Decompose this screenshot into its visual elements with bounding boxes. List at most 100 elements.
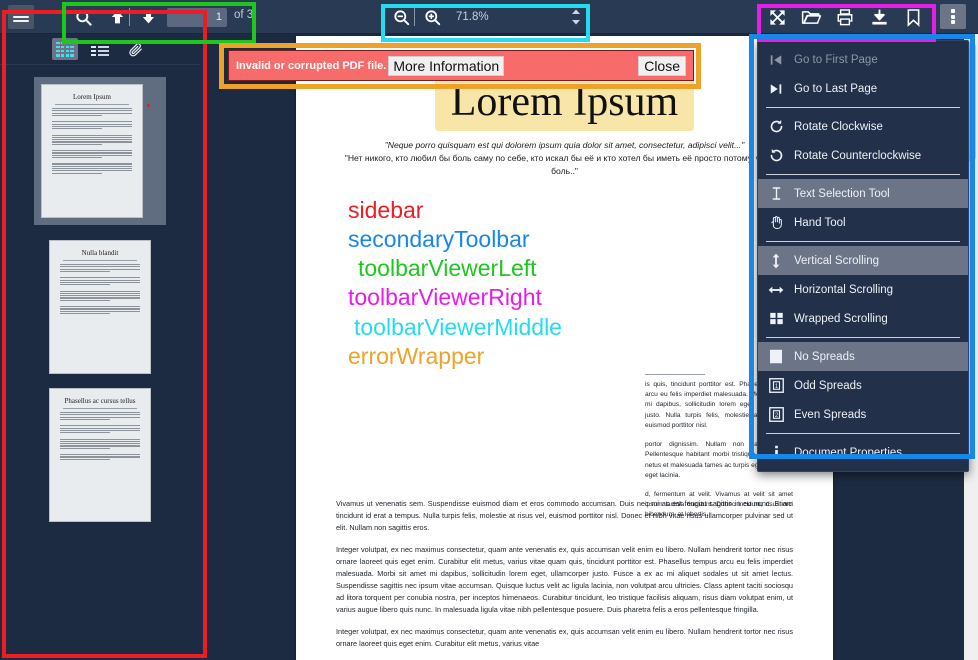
vertical-scroll-icon xyxy=(768,253,784,269)
odd-spreads-icon: 1 xyxy=(768,378,784,394)
sidebar-toggle-button[interactable] xyxy=(8,5,34,29)
thumbnail-title: Lorem Ipsum xyxy=(73,93,111,101)
menu-wrapped-scrolling[interactable]: Wrapped Scrolling xyxy=(758,304,968,333)
secondary-toolbar-toggle[interactable] xyxy=(940,4,966,29)
menu-item-label: Go to Last Page xyxy=(794,82,878,95)
error-close-button[interactable]: Close xyxy=(638,55,686,76)
wrapped-scroll-icon xyxy=(768,311,784,327)
arrow-down-icon xyxy=(142,10,154,24)
menu-go-to-first-page[interactable]: Go to First Page xyxy=(758,45,968,74)
pdf-viewer-app: Lorem Ipsum Nulla blandit Phasellus ac c… xyxy=(0,0,978,660)
menu-divider xyxy=(766,433,960,434)
menu-vertical-scrolling[interactable]: Vertical Scrolling xyxy=(758,246,968,275)
document-quote: "Neque porro quisquam est qui dolorem ip… xyxy=(336,139,793,178)
download-button[interactable] xyxy=(868,6,890,28)
quote-russian: "Нет никого, кто любил бы боль саму по с… xyxy=(344,152,785,176)
document-body: Vivamus ut venenatis sem. Suspendisse eu… xyxy=(336,498,793,660)
print-button[interactable] xyxy=(834,6,856,28)
thumbnail-page-2[interactable]: Nulla blandit xyxy=(50,241,150,373)
arrow-up-icon xyxy=(111,10,123,24)
menu-rotate-counterclockwise[interactable]: Rotate Counterclockwise xyxy=(758,141,968,170)
next-page-button[interactable] xyxy=(137,6,159,28)
zoom-spinner-icon[interactable] xyxy=(570,8,582,26)
secondary-toolbar-menu[interactable]: Go to First Page Go to Last Page Rotate … xyxy=(757,40,969,472)
attachment-icon xyxy=(128,42,142,56)
menu-horizontal-scrolling[interactable]: Horizontal Scrolling xyxy=(758,275,968,304)
label-secondary-toolbar: secondaryToolbar xyxy=(348,225,530,252)
thumbnails-icon xyxy=(56,41,74,57)
even-spreads-icon: 2 xyxy=(768,407,784,423)
zoom-in-icon xyxy=(424,9,440,25)
thumbnail-title: Phasellus ac cursus tellus xyxy=(64,397,136,405)
menu-text-selection-tool[interactable]: Text Selection Tool xyxy=(758,179,968,208)
document-title: Lorem Ipsum xyxy=(336,76,793,131)
menu-no-spreads[interactable]: No Spreads xyxy=(758,342,968,371)
column-rule xyxy=(645,374,705,375)
menu-item-label: Odd Spreads xyxy=(794,379,862,392)
quote-latin: "Neque porro quisquam est qui dolorem ip… xyxy=(384,140,745,151)
find-button[interactable] xyxy=(72,6,94,28)
menu-item-label: Text Selection Tool xyxy=(794,187,890,200)
bookmark-icon xyxy=(907,8,919,27)
menu-divider xyxy=(766,174,960,175)
error-wrapper: Invalid or corrupted PDF file. More Info… xyxy=(228,50,694,81)
menu-document-properties[interactable]: Document Properties… xyxy=(758,438,968,467)
menu-item-label: Rotate Clockwise xyxy=(794,120,883,133)
sidebar-tab-outline[interactable] xyxy=(87,38,113,60)
folder-open-icon xyxy=(801,10,821,24)
menu-item-label: Go to First Page xyxy=(794,53,878,66)
sidebar-tab-thumbnails[interactable] xyxy=(52,38,78,60)
menu-item-label: Vertical Scrolling xyxy=(794,254,880,267)
search-icon xyxy=(75,9,92,26)
menu-odd-spreads[interactable]: 1 Odd Spreads xyxy=(758,371,968,400)
menu-item-label: No Spreads xyxy=(794,350,855,363)
thumbnail-page-1[interactable]: Lorem Ipsum xyxy=(34,77,166,225)
menu-item-label: Rotate Counterclockwise xyxy=(794,149,922,162)
dots-vertical-icon xyxy=(951,9,955,14)
body-paragraph: Integer volutpat, ex nec maximus consect… xyxy=(336,545,793,614)
zoom-out-button[interactable] xyxy=(390,6,412,28)
thumbnail-list[interactable]: Lorem Ipsum Nulla blandit Phasellus ac c… xyxy=(0,65,200,660)
sidebar-tab-bar xyxy=(0,34,200,65)
menu-item-label: Hand Tool xyxy=(794,216,846,229)
hand-icon xyxy=(768,215,784,231)
thumbnail-page-3[interactable]: Phasellus ac cursus tellus xyxy=(50,389,150,521)
previous-page-button[interactable] xyxy=(106,6,128,28)
pdf-page-1: Lorem Ipsum "Neque porro quisquam est qu… xyxy=(296,36,833,660)
page-number-input[interactable]: 1 xyxy=(167,8,227,27)
menu-item-label: Document Properties… xyxy=(794,446,914,459)
sidebar-tab-attachments[interactable] xyxy=(122,38,148,60)
download-icon xyxy=(871,9,887,25)
body-paragraph: Integer volutpat, ex nec maximus consect… xyxy=(336,627,793,649)
zoom-out-icon xyxy=(393,9,409,25)
thumbnail-title: Nulla blandit xyxy=(81,249,119,257)
bookmark-button[interactable] xyxy=(902,6,924,28)
error-message: Invalid or corrupted PDF file. xyxy=(236,59,387,72)
expand-arrows-icon xyxy=(769,9,785,25)
menu-hand-tool[interactable]: Hand Tool xyxy=(758,208,968,237)
menu-divider xyxy=(766,107,960,108)
menu-divider xyxy=(766,241,960,242)
zoom-level-select[interactable]: 71.8% xyxy=(452,7,577,27)
thumbnail-marker xyxy=(147,104,150,107)
annotation-label-list: sidebar secondaryToolbar toolbarViewerLe… xyxy=(336,196,793,371)
label-sidebar: sidebar xyxy=(348,196,424,223)
zoom-in-button[interactable] xyxy=(421,6,443,28)
horizontal-scroll-icon xyxy=(768,282,784,298)
toolbar-separator xyxy=(129,8,130,26)
open-file-button[interactable] xyxy=(800,6,822,28)
more-information-button[interactable]: More Information xyxy=(388,55,505,76)
label-error-wrapper: errorWrapper xyxy=(348,342,485,369)
label-toolbar-viewer-left: toolbarViewerLeft xyxy=(358,255,537,282)
rotate-ccw-icon xyxy=(768,148,784,164)
presentation-mode-button[interactable] xyxy=(766,6,788,28)
menu-rotate-clockwise[interactable]: Rotate Clockwise xyxy=(758,112,968,141)
menu-item-label: Even Spreads xyxy=(794,408,867,421)
text-cursor-icon xyxy=(768,186,784,202)
menu-go-to-last-page[interactable]: Go to Last Page xyxy=(758,74,968,103)
body-paragraph: Vivamus ut venenatis sem. Suspendisse eu… xyxy=(336,499,793,532)
menu-item-label: Wrapped Scrolling xyxy=(794,312,888,325)
label-toolbar-viewer-middle: toolbarViewerMiddle xyxy=(354,313,562,340)
menu-even-spreads[interactable]: 2 Even Spreads xyxy=(758,400,968,429)
toolbar: 1 of 3 71.8% xyxy=(0,0,978,34)
